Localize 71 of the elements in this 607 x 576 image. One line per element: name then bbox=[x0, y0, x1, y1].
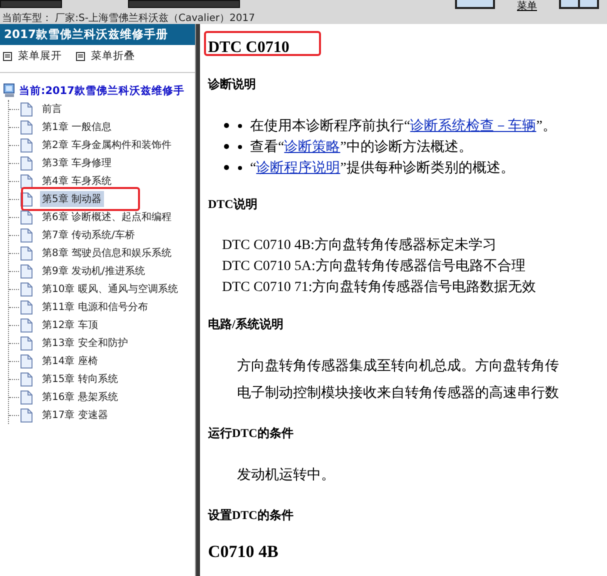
tree-item[interactable]: 第13章 安全和防护 bbox=[40, 335, 130, 351]
section-title: 运行DTC的条件 bbox=[208, 425, 294, 442]
document-icon bbox=[20, 300, 33, 314]
tree-item[interactable]: 第5章 制动器 bbox=[40, 191, 104, 207]
section-title: 设置DTC的条件 bbox=[208, 507, 294, 524]
window-icon[interactable] bbox=[455, 0, 495, 9]
document-heading: DTC C0710 bbox=[207, 38, 290, 58]
document-icon bbox=[20, 318, 33, 332]
bullet-icon bbox=[238, 124, 242, 128]
document-icon bbox=[20, 264, 33, 278]
tree-item[interactable]: 第4章 车身系统 bbox=[40, 173, 114, 189]
bullet-text: 查看“诊断策略”中的诊断方法概述。 bbox=[250, 138, 472, 156]
tree-item[interactable]: 第11章 电源和信号分布 bbox=[40, 299, 150, 315]
bullet-text: 在使用本诊断程序前执行“诊断系统检查－车辆”。 bbox=[250, 117, 556, 134]
dtc-line: DTC C0710 4B:方向盘转角传感器标定未学习 bbox=[222, 236, 498, 255]
vehicle-info: 当前车型： 厂家:S-上海雪佛兰科沃兹（Cavalier）2017 bbox=[1, 13, 256, 24]
tree-item[interactable]: 第16章 悬架系统 bbox=[40, 389, 120, 405]
list-icon bbox=[76, 52, 85, 60]
document-icon bbox=[20, 138, 33, 152]
tree-item[interactable]: 第17章 变速器 bbox=[40, 407, 110, 423]
tree-item[interactable]: 第1章 一般信息 bbox=[40, 119, 114, 135]
document-icon bbox=[20, 120, 33, 134]
section-title: 诊断说明 bbox=[208, 76, 257, 93]
document-icon bbox=[20, 156, 33, 170]
tree-item[interactable]: 第12章 车顶 bbox=[40, 317, 100, 333]
tree-item[interactable]: 第8章 驾驶员信息和娱乐系统 bbox=[40, 245, 174, 261]
tree-item[interactable]: 第7章 传动系统/车桥 bbox=[40, 227, 137, 243]
code-heading: C0710 4B bbox=[208, 542, 280, 562]
section-title: DTC说明 bbox=[208, 196, 258, 213]
menu-action[interactable]: 菜单展开 bbox=[3, 49, 62, 63]
bullet-icon bbox=[224, 165, 229, 170]
document-icon bbox=[20, 390, 33, 404]
bullet-text: “诊断程序说明”提供每种诊断类别的概述。 bbox=[250, 159, 514, 176]
link[interactable]: 诊断程序说明 bbox=[256, 160, 340, 176]
tree-root-label[interactable]: 当前:2017款雪佛兰科沃兹维修手 bbox=[19, 84, 184, 98]
split-window-icon[interactable] bbox=[559, 0, 599, 9]
tree-item[interactable]: 第14章 座椅 bbox=[40, 353, 100, 369]
tree-item[interactable]: 第6章 诊断概述、起点和编程 bbox=[40, 209, 174, 225]
paragraph-line: 发动机运转中。 bbox=[237, 466, 336, 485]
link[interactable]: 诊断策略 bbox=[284, 140, 340, 154]
sidebar-title: 2017款雪佛兰科沃兹维修手册 bbox=[0, 24, 195, 45]
menu-action[interactable]: 菜单折叠 bbox=[76, 49, 135, 63]
tree-item[interactable]: 第15章 转向系统 bbox=[40, 371, 120, 387]
document-icon bbox=[20, 228, 33, 242]
document-icon bbox=[20, 354, 33, 368]
link[interactable]: 诊断系统检查－车辆 bbox=[410, 118, 536, 134]
tree-item[interactable]: 第9章 发动机/推进系统 bbox=[40, 263, 147, 279]
document-icon bbox=[20, 102, 33, 116]
tree-item[interactable]: 第10章 暖风、通风与空调系统 bbox=[40, 281, 180, 297]
tree-item[interactable]: 第2章 车身金属构件和装饰件 bbox=[40, 137, 174, 153]
tree-item[interactable]: 第3章 车身修理 bbox=[40, 155, 114, 171]
document-icon bbox=[20, 282, 33, 296]
list-icon bbox=[3, 52, 12, 60]
document-icon bbox=[20, 408, 33, 422]
tree-item[interactable]: 前言 bbox=[40, 101, 64, 117]
bullet-icon bbox=[224, 144, 229, 149]
dtc-line: DTC C0710 71:方向盘转角传感器信号电路数据无效 bbox=[222, 278, 538, 297]
document-icon bbox=[20, 246, 33, 260]
bullet-icon bbox=[224, 123, 229, 128]
paragraph-line: 电子制动控制模块接收来自转角传感器的高速串行数 bbox=[237, 384, 560, 403]
document-icon bbox=[20, 372, 33, 386]
document-icon bbox=[20, 174, 33, 188]
document-icon bbox=[20, 336, 33, 350]
section-title: 电路/系统说明 bbox=[208, 316, 284, 333]
paragraph-line: 方向盘转角传感器集成至转向机总成。方向盘转角传 bbox=[237, 357, 560, 376]
computer-icon bbox=[3, 83, 16, 98]
menu-button[interactable]: 菜单 bbox=[517, 0, 537, 13]
document-icon bbox=[20, 210, 33, 224]
bullet-icon bbox=[238, 166, 242, 170]
bullet-icon bbox=[238, 144, 242, 148]
dtc-line: DTC C0710 5A:方向盘转角传感器信号电路不合理 bbox=[222, 257, 526, 276]
